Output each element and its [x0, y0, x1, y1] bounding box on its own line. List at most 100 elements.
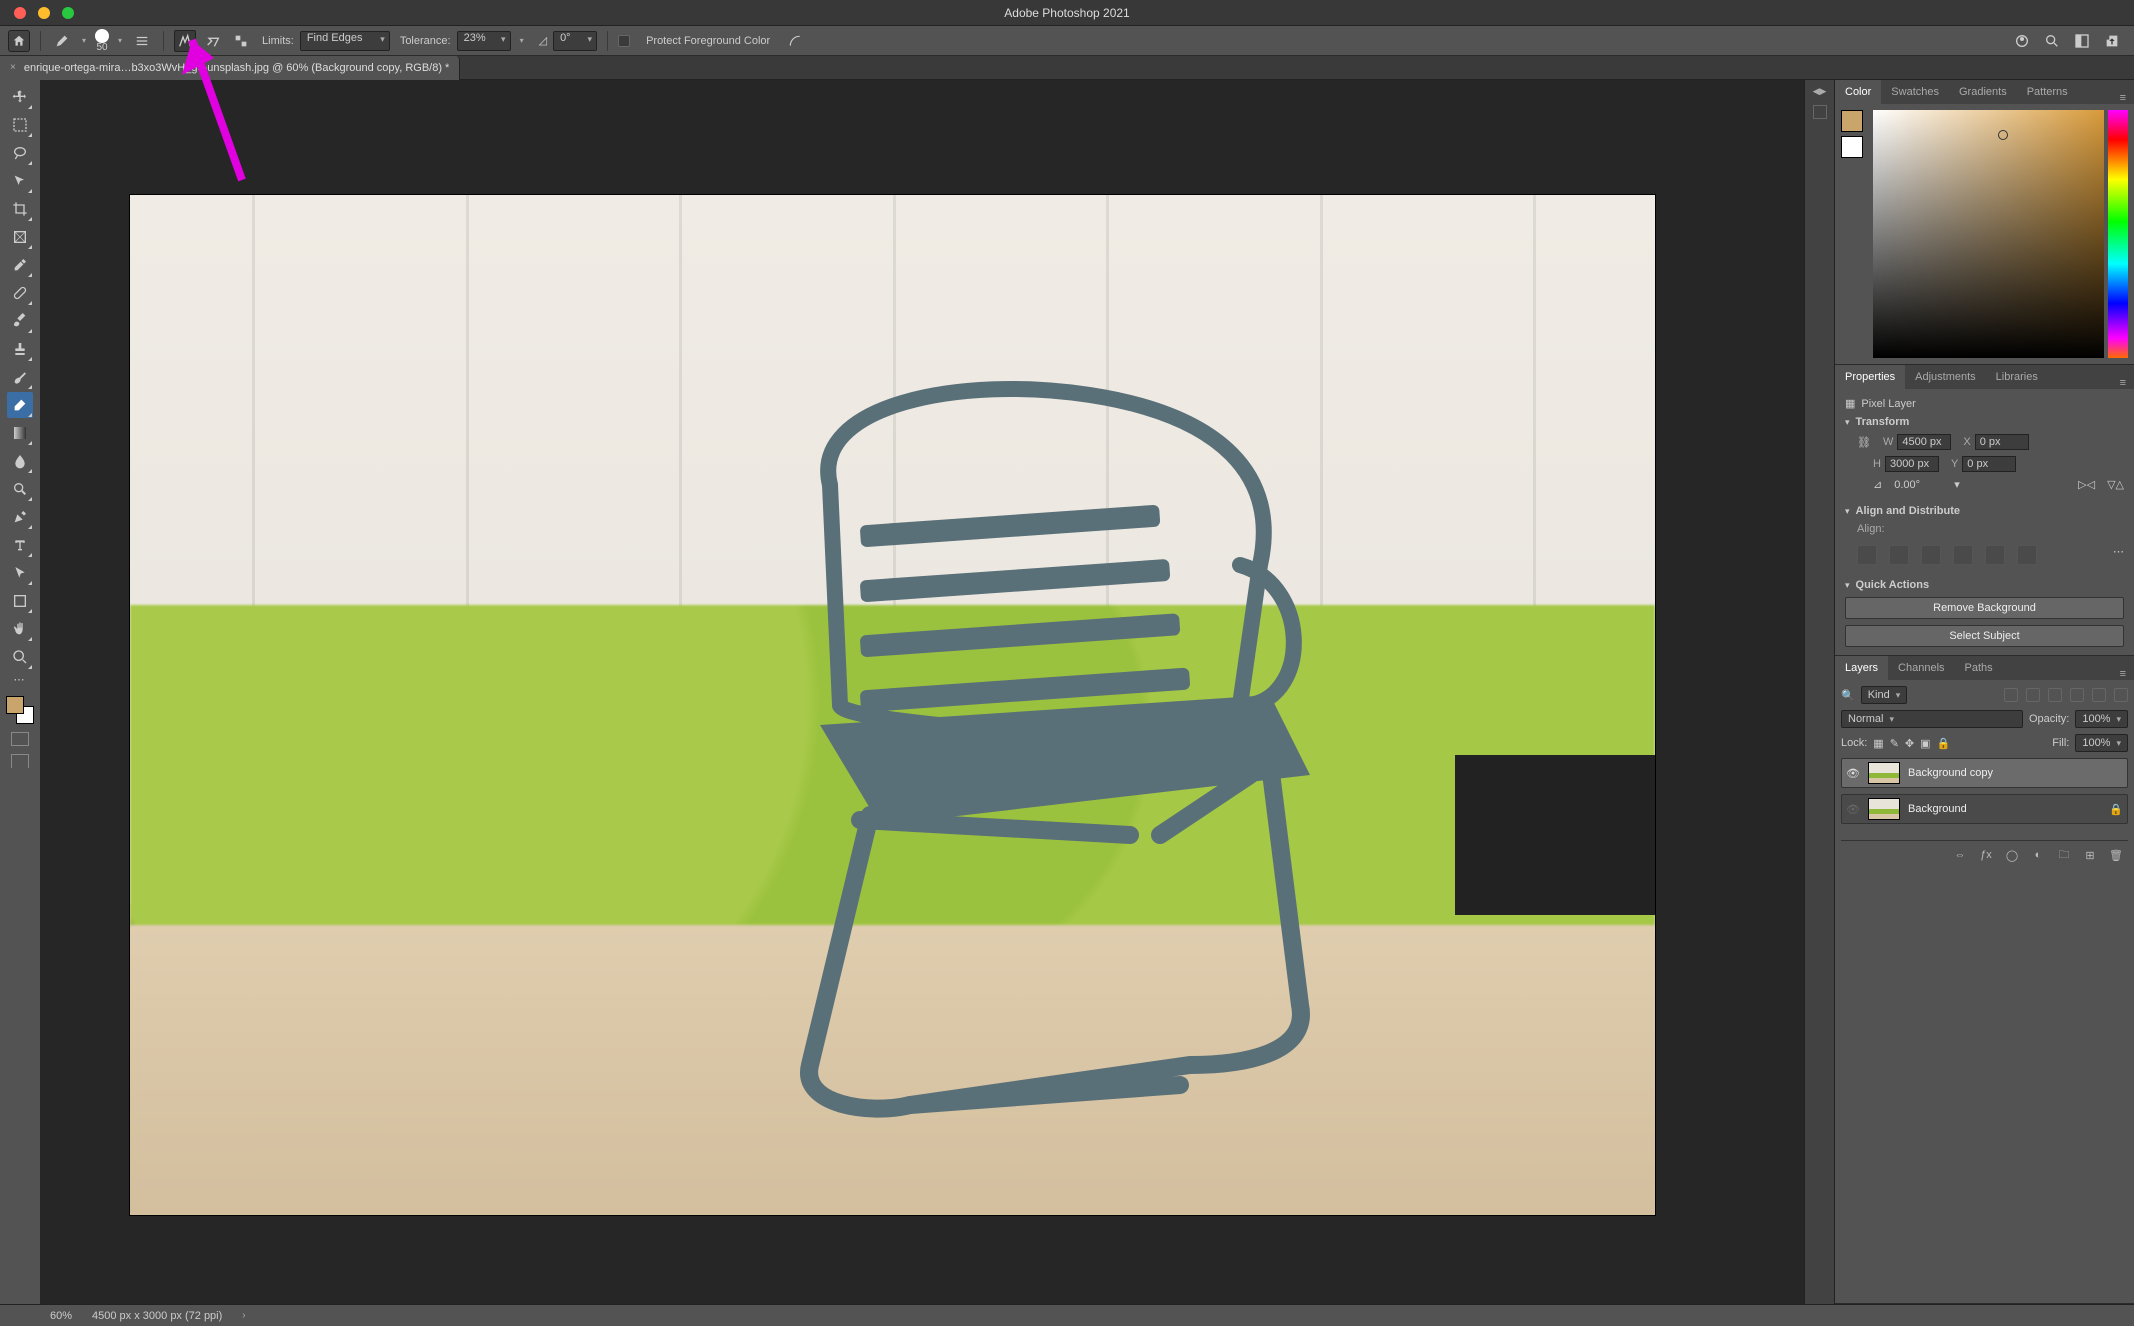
- zoom-value[interactable]: 60%: [50, 1310, 72, 1322]
- minimize-icon[interactable]: [38, 7, 50, 19]
- delete-icon[interactable]: 🗑: [2108, 847, 2124, 863]
- y-field[interactable]: 0 px: [1962, 456, 2016, 472]
- filter-pixel-icon[interactable]: [2004, 688, 2018, 702]
- align-left-button[interactable]: [1857, 545, 1877, 565]
- share-icon[interactable]: [2104, 33, 2120, 49]
- remove-background-button[interactable]: Remove Background: [1845, 597, 2124, 619]
- tab-patterns[interactable]: Patterns: [2017, 80, 2078, 104]
- shape-tool[interactable]: [7, 588, 33, 614]
- tolerance-select[interactable]: 23%: [457, 31, 511, 51]
- pressure-button[interactable]: [784, 30, 806, 52]
- lock-pos-icon[interactable]: ✥: [1905, 737, 1914, 750]
- tab-properties[interactable]: Properties: [1835, 365, 1905, 389]
- lasso-tool[interactable]: [7, 140, 33, 166]
- zoom-tool[interactable]: [7, 644, 33, 670]
- more-icon[interactable]: ⋯: [2113, 545, 2124, 565]
- flip-h-icon[interactable]: ▷◁: [2078, 478, 2095, 491]
- layer-name[interactable]: Background: [1908, 803, 2101, 815]
- protect-foreground-checkbox[interactable]: [618, 35, 630, 47]
- hue-slider[interactable]: [2108, 110, 2128, 358]
- screenmode-toggle[interactable]: [11, 754, 29, 768]
- chevron-down-icon[interactable]: ▾: [115, 36, 125, 45]
- sampling-swatch-button[interactable]: [230, 30, 252, 52]
- lock-all-icon[interactable]: 🔒: [1937, 737, 1951, 750]
- canvas-area[interactable]: [40, 80, 1804, 1304]
- saturation-field[interactable]: [1873, 110, 2104, 358]
- twist-icon[interactable]: ▾: [1845, 506, 1850, 517]
- select-subject-button[interactable]: Select Subject: [1845, 625, 2124, 647]
- expand-icon[interactable]: ◀▶: [1813, 86, 1827, 97]
- flip-v-icon[interactable]: ▽△: [2107, 478, 2124, 491]
- twist-icon[interactable]: ▾: [1845, 580, 1850, 591]
- document-tab[interactable]: × enrique-ortega-mira…b3xo3WvH_g8-unspla…: [0, 56, 460, 80]
- filter-smart-icon[interactable]: [2092, 688, 2106, 702]
- width-field[interactable]: 4500 px: [1897, 434, 1951, 450]
- history-brush-tool[interactable]: [7, 364, 33, 390]
- layer-thumbnail[interactable]: [1868, 798, 1900, 820]
- frame-tool[interactable]: [7, 224, 33, 250]
- align-bottom-button[interactable]: [2017, 545, 2037, 565]
- selection-tool[interactable]: [7, 168, 33, 194]
- close-icon[interactable]: [14, 7, 26, 19]
- visibility-icon[interactable]: 👁: [1846, 767, 1860, 780]
- link-icon[interactable]: ⛓: [1857, 436, 1871, 449]
- tab-gradients[interactable]: Gradients: [1949, 80, 2017, 104]
- panel-menu-icon[interactable]: ≡: [2112, 668, 2134, 680]
- panel-menu-icon[interactable]: ≡: [2112, 92, 2134, 104]
- tab-swatches[interactable]: Swatches: [1881, 80, 1949, 104]
- type-tool[interactable]: [7, 532, 33, 558]
- rotation-field[interactable]: 0.00°: [1894, 479, 1942, 491]
- stamp-tool[interactable]: [7, 336, 33, 362]
- limits-select[interactable]: Find Edges: [300, 31, 390, 51]
- opacity-field[interactable]: 100%: [2075, 710, 2128, 728]
- brush-tool[interactable]: [7, 308, 33, 334]
- lock-trans-icon[interactable]: ▦: [1873, 737, 1883, 750]
- link-layers-icon[interactable]: ⇔: [1952, 847, 1968, 863]
- fx-icon[interactable]: ƒx: [1978, 847, 1994, 863]
- angle-input[interactable]: 0°: [553, 31, 597, 51]
- tab-adjustments[interactable]: Adjustments: [1905, 365, 1986, 389]
- lock-nest-icon[interactable]: ▣: [1920, 737, 1930, 750]
- fg-color[interactable]: [1841, 110, 1863, 132]
- new-layer-icon[interactable]: ⊞: [2082, 847, 2098, 863]
- filter-adjust-icon[interactable]: [2026, 688, 2040, 702]
- move-tool[interactable]: [7, 84, 33, 110]
- brush-settings-button[interactable]: [131, 30, 153, 52]
- tab-color[interactable]: Color: [1835, 80, 1881, 104]
- gradient-tool[interactable]: [7, 420, 33, 446]
- bg-color[interactable]: [1841, 136, 1863, 158]
- home-button[interactable]: [8, 30, 30, 52]
- filter-type-icon[interactable]: [2048, 688, 2062, 702]
- chevron-down-icon[interactable]: ▾: [517, 36, 527, 45]
- panel-icon[interactable]: [1813, 105, 1827, 119]
- align-top-button[interactable]: [1953, 545, 1973, 565]
- workspace-icon[interactable]: [2074, 33, 2090, 49]
- sampling-once-button[interactable]: [202, 30, 224, 52]
- document-canvas[interactable]: [130, 195, 1655, 1215]
- maximize-icon[interactable]: [62, 7, 74, 19]
- blur-tool[interactable]: [7, 448, 33, 474]
- close-tab-icon[interactable]: ×: [10, 62, 16, 73]
- crop-tool[interactable]: [7, 196, 33, 222]
- marquee-tool[interactable]: [7, 112, 33, 138]
- lock-icon[interactable]: 🔒: [2109, 803, 2123, 816]
- tab-paths[interactable]: Paths: [1955, 656, 2003, 680]
- sampling-continuous-button[interactable]: [174, 30, 196, 52]
- layer-thumbnail[interactable]: [1868, 762, 1900, 784]
- brush-preview[interactable]: 50: [95, 29, 109, 53]
- chevron-down-icon[interactable]: ▾: [1954, 478, 1960, 491]
- hand-tool[interactable]: [7, 616, 33, 642]
- color-swatches[interactable]: [6, 696, 34, 724]
- twist-icon[interactable]: ▾: [1845, 417, 1850, 428]
- pen-tool[interactable]: [7, 504, 33, 530]
- cloud-icon[interactable]: [2014, 33, 2030, 49]
- quickmask-toggle[interactable]: [11, 732, 29, 746]
- search-icon[interactable]: 🔍: [1841, 689, 1855, 702]
- visibility-icon[interactable]: 👁: [1846, 803, 1860, 816]
- tab-layers[interactable]: Layers: [1835, 656, 1888, 680]
- align-vcenter-button[interactable]: [1985, 545, 2005, 565]
- path-select-tool[interactable]: [7, 560, 33, 586]
- more-tools[interactable]: ⋯: [7, 672, 33, 686]
- align-right-button[interactable]: [1921, 545, 1941, 565]
- healing-tool[interactable]: [7, 280, 33, 306]
